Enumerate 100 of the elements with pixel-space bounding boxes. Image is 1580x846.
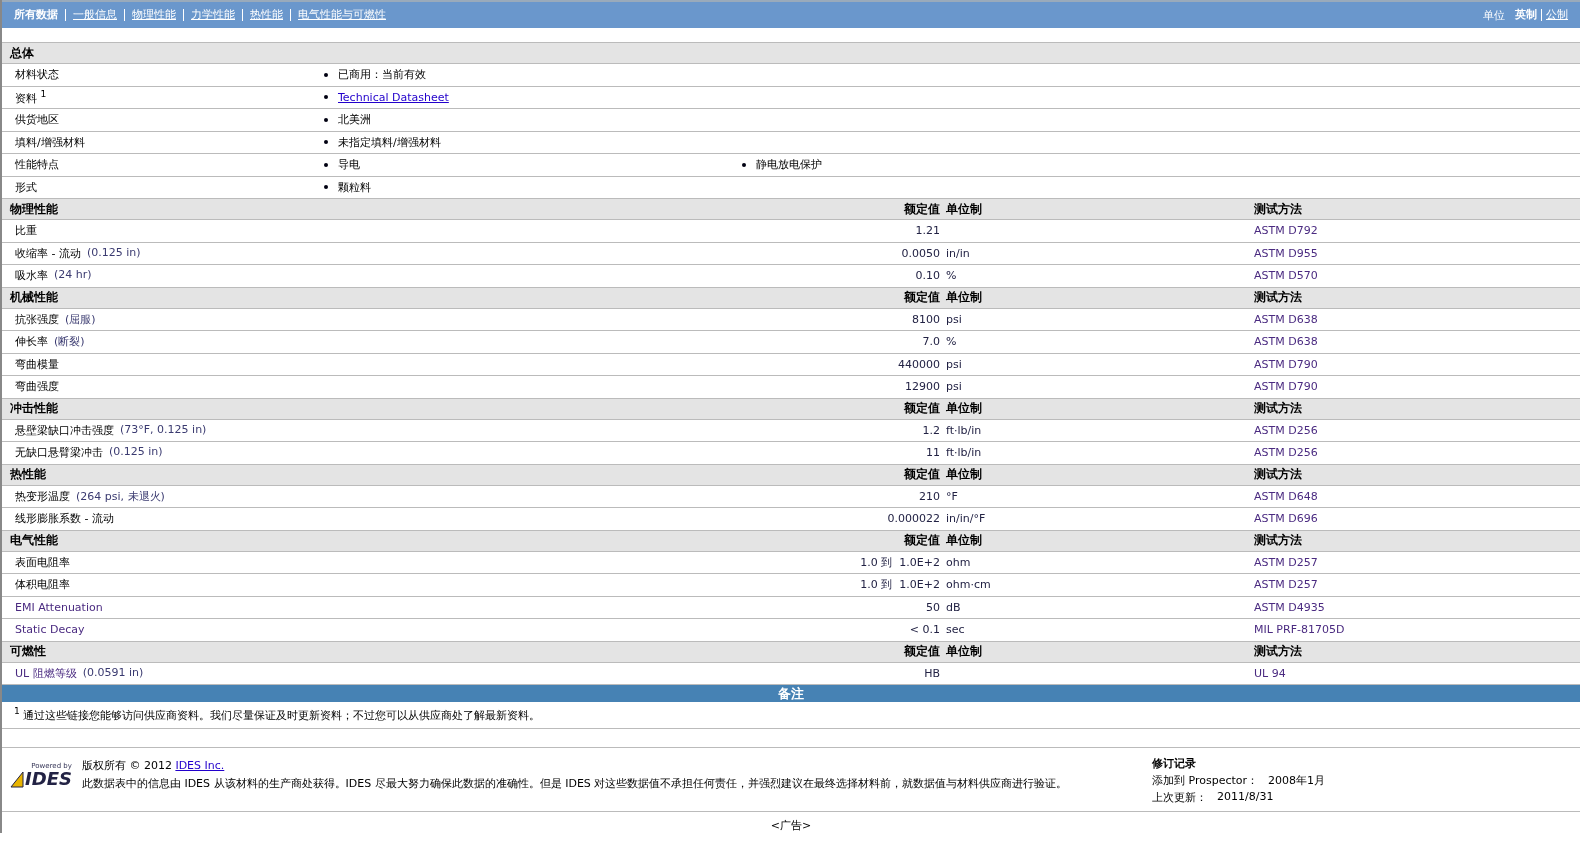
column-header: 测试方法 (1254, 400, 1303, 417)
unit-text: sec (945, 623, 966, 637)
unit-text: ohm (945, 555, 972, 569)
property-value: < 0.1 (908, 623, 941, 637)
bullet-icon (324, 95, 328, 100)
column-header: 额定值 (903, 289, 941, 306)
property-name: 悬壁梁缺口冲击强度 (15, 422, 114, 438)
column-header: 额定值 (903, 532, 941, 549)
property-name: 体积电阻率 (15, 577, 70, 593)
property-value: 0.0050 (900, 246, 941, 260)
property-link[interactable]: Static Decay (15, 623, 85, 637)
test-method: ASTM D790 (1254, 357, 1319, 371)
property-value: 0.10 (914, 269, 941, 283)
test-method: UL 94 (1254, 666, 1287, 680)
nav-tab[interactable]: 一般信息 (65, 9, 124, 21)
test-condition: (24 hr) (54, 268, 92, 284)
property-label: 材料状态 (14, 67, 60, 83)
bullet-icon (324, 72, 328, 77)
column-header: 测试方法 (1254, 532, 1303, 549)
property-link[interactable]: EMI Attenuation (15, 600, 103, 614)
section-title: 冲击性能 (9, 400, 59, 417)
test-method: ASTM D696 (1254, 512, 1319, 526)
revision-date: 2008年1月 (1268, 772, 1326, 788)
property-name: 线形膨胀系数 - 流动 (15, 511, 114, 527)
property-name: 收缩率 - 流动 (15, 245, 81, 261)
property-value: 北美洲 (338, 112, 371, 128)
nav-tab[interactable]: 物理性能 (124, 9, 183, 21)
column-header: 单位制 (945, 200, 983, 218)
unit-text: % (945, 335, 958, 349)
footnote-text: $^{1}$ 通过这些链接您能够访问供应商资料。我们尽量保证及时更新资料；不过您可以从供应商处了解最新资料。 (2, 702, 1580, 729)
unit-text: dB (945, 600, 962, 614)
test-condition: (断裂) (54, 334, 85, 350)
property-value: 1.0 到 1.0E+2 (859, 554, 941, 570)
property-value: 50 (925, 600, 941, 614)
property-value: 7.0 (921, 335, 941, 349)
property-value: 8100 (911, 312, 941, 326)
revision-label: 上次更新： (1152, 789, 1207, 805)
unit-label: 单位 (1483, 7, 1506, 23)
nav-tab[interactable]: 电气性能与可燃性 (290, 9, 393, 21)
test-method: MIL PRF-81705D (1254, 623, 1346, 637)
unit-text: % (945, 269, 958, 283)
nav-tab[interactable]: 所有数据 (14, 9, 65, 21)
bullet-icon (324, 162, 328, 167)
unit-text: ft·lb/in (945, 423, 983, 437)
test-method: ASTM D638 (1254, 335, 1319, 349)
disclaimer-text: 此数据表中的信息由 IDES 从该材料的生产商处获得。IDES 尽最大努力确保此数据的准确性。但是 IDES 对这些数据值不承担任何责任，并强烈建议在最终选择材料前，就数据值与材料供应商进行验证。 (81, 775, 1069, 791)
unit-option[interactable]: 英制 (1511, 9, 1541, 21)
ad-label: <广告> (769, 817, 813, 833)
property-label: 资料 $^{1}$ (14, 88, 48, 107)
property-name: 弯曲模量 (15, 356, 59, 372)
unit-text: in/in (945, 246, 971, 260)
revision-label: 添加到 Prospector： (1152, 772, 1259, 788)
property-value: 0.000022 (886, 512, 941, 526)
section-title: 机械性能 (9, 289, 59, 306)
unit-text: ft·lb/in (945, 446, 983, 460)
test-method: ASTM D257 (1254, 555, 1319, 569)
property-label: 供货地区 (14, 112, 60, 128)
unit-text: °F (945, 489, 959, 503)
column-header: 额定值 (903, 643, 941, 660)
property-name: 表面电阻率 (15, 554, 70, 570)
column-header: 额定值 (903, 200, 941, 218)
unit-text: in/in/°F (945, 512, 987, 526)
datasheet-link[interactable]: Technical Datasheet (338, 90, 449, 104)
property-value: 11 (925, 446, 941, 460)
bullet-icon (742, 162, 746, 167)
property-name: 抗张强度 (15, 311, 59, 327)
property-value: 颗粒料 (338, 179, 371, 195)
property-name: 热变形温度 (15, 488, 70, 504)
nav-tab[interactable]: 力学性能 (183, 9, 242, 21)
property-name: 伸长率 (15, 334, 48, 350)
test-condition: (屈服) (65, 311, 96, 327)
unit-text: psi (945, 312, 963, 326)
property-name: 无缺口悬臂梁冲击 (15, 445, 103, 461)
property-label: 性能特点 (14, 157, 60, 173)
property-label: 填料/增强材料 (14, 134, 86, 150)
bullet-icon (324, 140, 328, 145)
test-condition: (73°F, 0.125 in) (120, 422, 207, 438)
unit-text: psi (945, 357, 963, 371)
test-method: ASTM D790 (1254, 380, 1319, 394)
property-value: 已商用：当前有效 (338, 67, 426, 83)
property-link[interactable]: UL 阻燃等级 (15, 665, 77, 681)
column-header: 单位制 (945, 532, 983, 549)
test-method: ASTM D256 (1254, 423, 1319, 437)
bullet-icon (324, 117, 328, 122)
unit-option[interactable]: 公制 (1541, 9, 1572, 21)
company-link[interactable]: IDES Inc. (175, 758, 225, 772)
column-header: 测试方法 (1254, 466, 1303, 483)
nav-tab[interactable]: 热性能 (242, 9, 290, 21)
section-title: 可燃性 (9, 643, 47, 660)
test-method: ASTM D638 (1254, 312, 1319, 326)
column-header: 测试方法 (1254, 643, 1303, 660)
property-value: 未指定填料/增强材料 (338, 134, 441, 150)
triangle-logo-icon (10, 769, 24, 788)
column-header: 测试方法 (1254, 289, 1303, 306)
column-header: 单位制 (945, 289, 983, 306)
test-condition: (0.0591 in) (82, 665, 144, 681)
section-title: 热性能 (9, 466, 47, 483)
test-condition: (0.125 in) (86, 245, 141, 261)
property-value: 210 (918, 489, 941, 503)
unit-text: ohm·cm (945, 578, 992, 592)
